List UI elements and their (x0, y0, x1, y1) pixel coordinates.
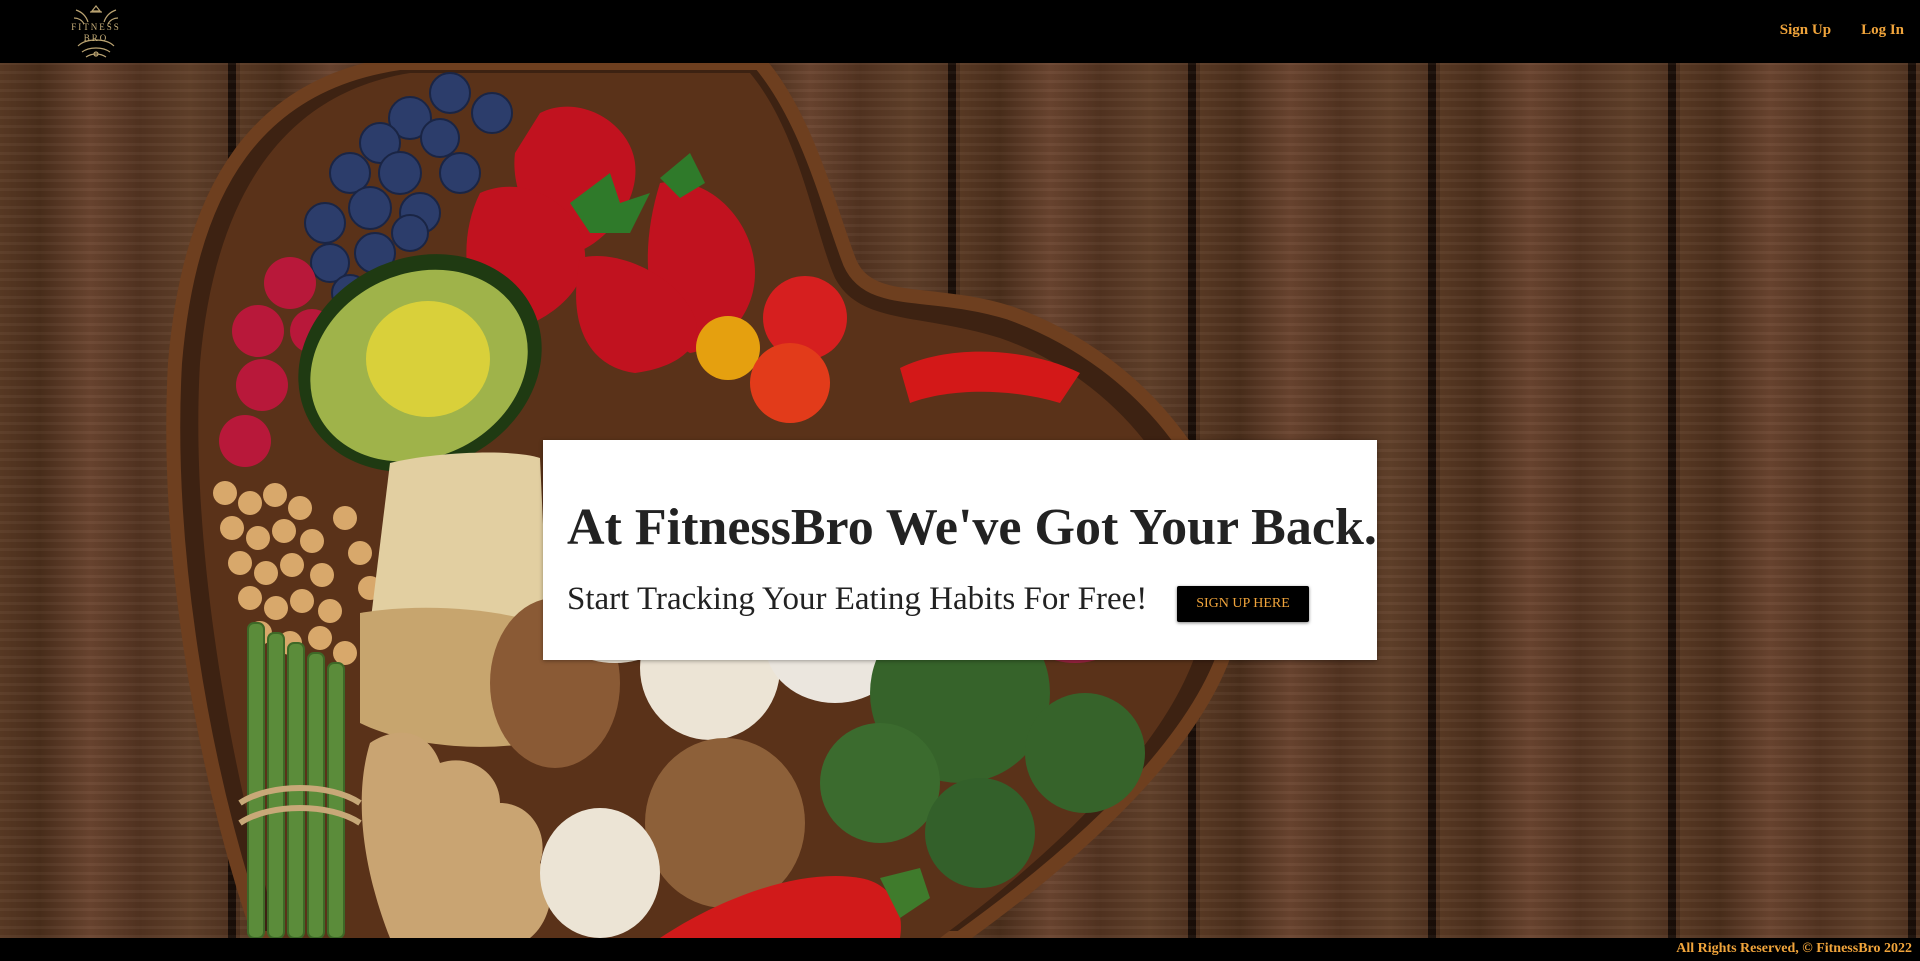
login-link[interactable]: Log In (1861, 22, 1904, 39)
hero-section: At FitnessBro We've Got Your Back. Start… (0, 63, 1920, 938)
copyright-text: All Rights Reserved, © FitnessBro 2022 (1676, 941, 1912, 956)
footer: All Rights Reserved, © FitnessBro 2022 (0, 938, 1920, 961)
hero-card: At FitnessBro We've Got Your Back. Start… (543, 440, 1377, 660)
logo-text-line1: FITNESS (71, 22, 121, 32)
logo-text-line2: BRO (83, 33, 109, 43)
top-navbar: FITNESS BRO Sign Up Log In (0, 0, 1920, 63)
signup-here-button[interactable]: SIGN UP HERE (1177, 586, 1309, 622)
hero-headline: At FitnessBro We've Got Your Back. (567, 499, 1377, 556)
header-nav: Sign Up Log In (1780, 22, 1904, 39)
fitnessbro-logo[interactable]: FITNESS BRO (64, 2, 128, 60)
hero-subline: Start Tracking Your Eating Habits For Fr… (567, 581, 1148, 617)
signup-link[interactable]: Sign Up (1780, 22, 1831, 39)
